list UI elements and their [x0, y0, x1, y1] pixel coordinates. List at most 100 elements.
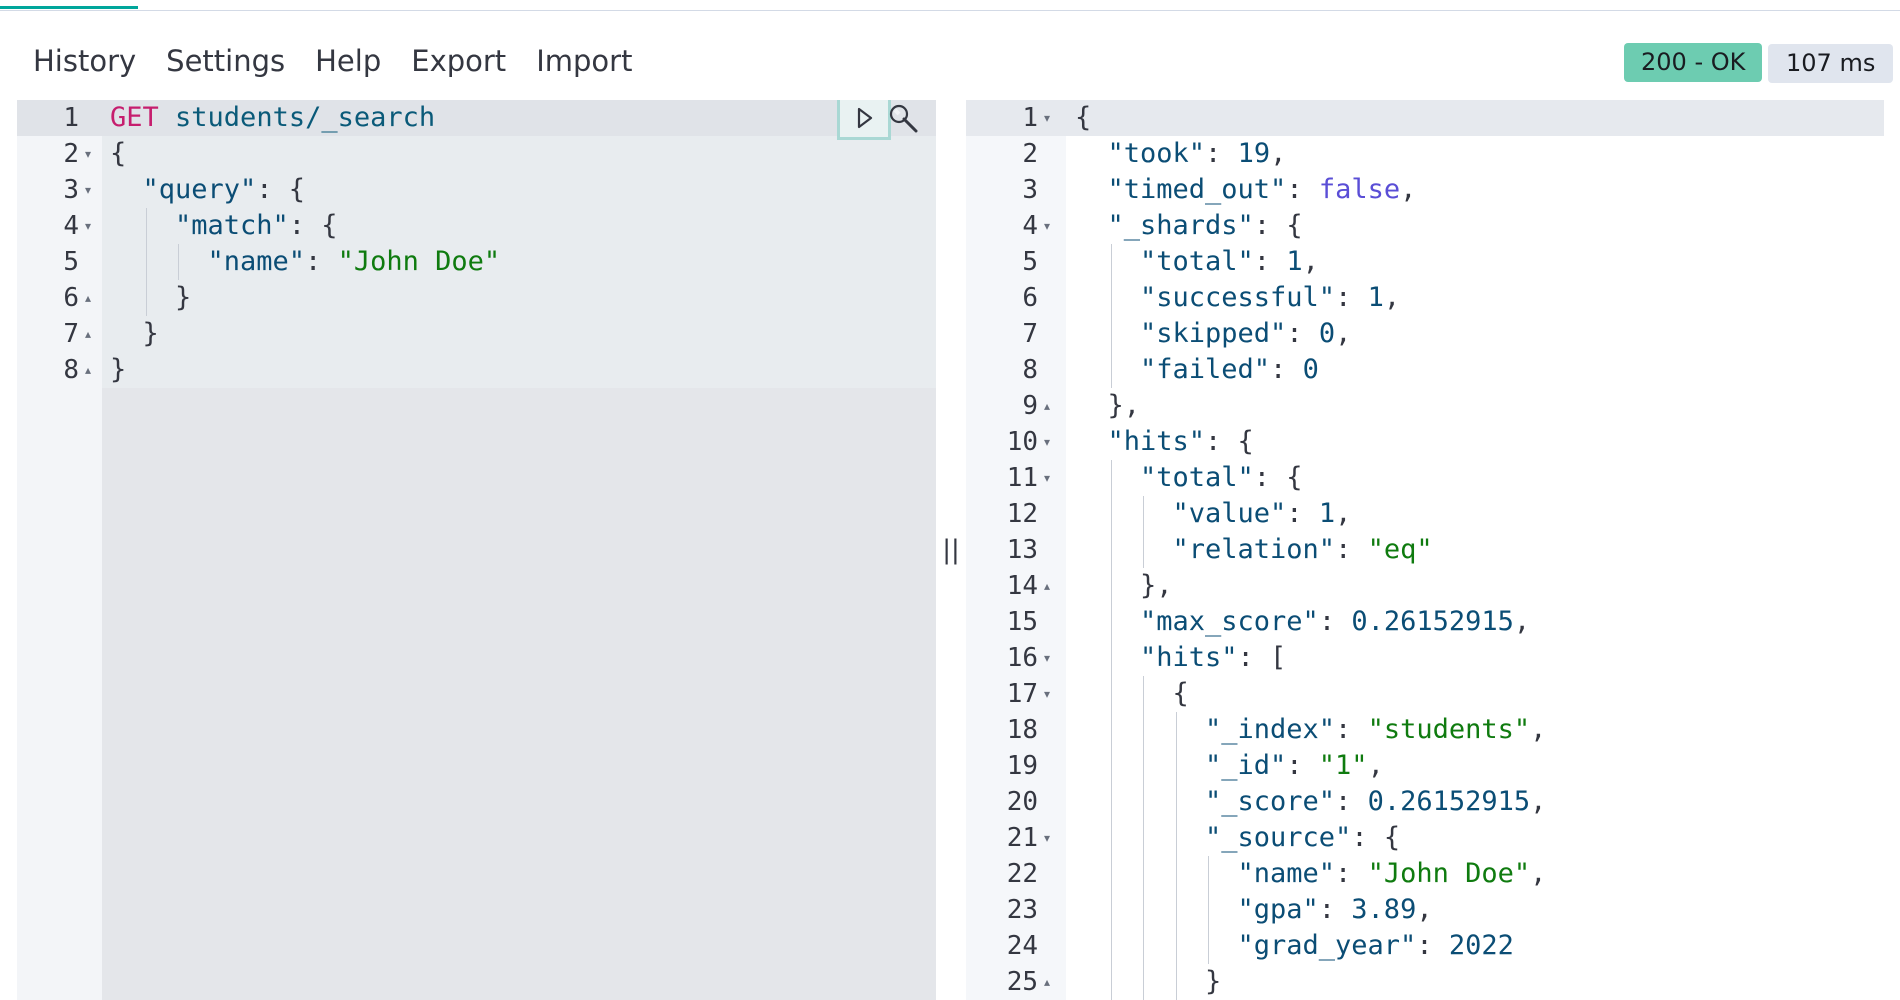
indent-guide [1110, 532, 1112, 568]
code-line[interactable]: "took": 19, [1108, 136, 1287, 172]
indent-guide [1175, 892, 1177, 928]
response-time-badge: 107 ms [1768, 44, 1894, 83]
code-token-key: "_index" [1205, 714, 1336, 745]
code-token-str: "John Doe" [337, 246, 501, 277]
request-tools-button[interactable] [887, 102, 921, 136]
line-number: 23 [1006, 895, 1038, 925]
fold-toggle-expanded-icon[interactable]: ▾ [85, 172, 91, 208]
code-line[interactable]: } [110, 352, 126, 388]
code-line[interactable]: }, [1108, 388, 1141, 424]
fold-toggle-expanded-icon[interactable]: ▾ [1044, 640, 1050, 676]
code-token-key: "gpa" [1237, 894, 1319, 925]
fold-toggle-expanded-icon[interactable]: ▾ [1044, 460, 1050, 496]
fold-toggle-end-icon[interactable]: ▴ [1044, 568, 1050, 604]
code-line[interactable]: "_shards": { [1108, 208, 1303, 244]
code-token-key: "timed_out" [1107, 174, 1287, 205]
code-line[interactable]: "successful": 1, [1140, 280, 1400, 316]
code-line[interactable]: GET students/_search [110, 100, 435, 136]
code-line[interactable]: "relation": "eq" [1173, 532, 1433, 568]
code-line[interactable]: { [110, 136, 126, 172]
code-line[interactable]: "name": "John Doe", [1238, 856, 1547, 892]
line-number: 6 [1022, 283, 1038, 313]
indent-guide [1110, 496, 1112, 532]
menu-import[interactable]: Import [521, 40, 647, 82]
fold-toggle-expanded-icon[interactable]: ▾ [1044, 100, 1050, 136]
code-line[interactable]: "max_score": 0.26152915, [1140, 604, 1530, 640]
play-icon [857, 107, 873, 129]
code-line[interactable]: "value": 1, [1173, 496, 1352, 532]
code-token-punc: , [1302, 246, 1319, 277]
code-line[interactable]: "gpa": 3.89, [1238, 892, 1433, 928]
indent-guide [1208, 856, 1209, 892]
code-line[interactable]: "query": { [143, 172, 306, 208]
fold-toggle-expanded-icon[interactable]: ▾ [85, 136, 91, 172]
fold-toggle-expanded-icon[interactable]: ▾ [1044, 424, 1050, 460]
code-line[interactable]: "match": { [175, 208, 338, 244]
code-line[interactable]: "total": { [1140, 460, 1303, 496]
code-token-num: 1 [1318, 498, 1336, 529]
request-editor-empty-area[interactable] [102, 388, 936, 1000]
code-token-url: students/_search [158, 102, 436, 133]
line-number: 15 [1006, 607, 1038, 637]
line-number: 1 [1022, 103, 1038, 133]
code-token-punc: , [1400, 174, 1417, 205]
menu-export[interactable]: Export [396, 40, 521, 82]
code-line[interactable]: "hits": [ [1140, 640, 1286, 676]
menu-settings[interactable]: Settings [151, 40, 300, 82]
request-editor[interactable]: 1 GET students/_search 2 ▾{3 ▾ "query": {4 ▾ "m… [17, 100, 936, 1000]
line-number: 20 [1006, 787, 1038, 817]
line-number: 2 [63, 139, 79, 169]
code-line[interactable]: "failed": 0 [1140, 352, 1319, 388]
menu-help[interactable]: Help [300, 40, 396, 82]
fold-toggle-end-icon[interactable]: ▴ [85, 280, 91, 316]
code-token-punc: : [1286, 750, 1319, 781]
line-number: 7 [1022, 319, 1038, 349]
code-token-key: "grad_year" [1237, 930, 1417, 961]
line-number: 16 [1006, 643, 1038, 673]
code-token-punc: : [1318, 894, 1352, 925]
code-line[interactable]: "hits": { [1108, 424, 1254, 460]
code-token-punc: : [1286, 174, 1319, 205]
code-line[interactable]: } [143, 316, 159, 352]
code-line[interactable]: }, [1140, 568, 1173, 604]
line-number: 25 [1006, 967, 1038, 997]
code-line[interactable]: "skipped": 0, [1140, 316, 1351, 352]
pane-resizer[interactable]: || [938, 100, 964, 1000]
send-request-button[interactable] [837, 100, 891, 140]
code-token-punc: : [1335, 282, 1368, 313]
code-line[interactable]: "name": "John Doe" [208, 244, 501, 280]
code-line[interactable]: "_index": "students", [1205, 712, 1546, 748]
code-token-punc: : [1270, 354, 1303, 385]
code-token-key: "name" [1237, 858, 1336, 889]
line-number: 13 [1006, 535, 1038, 565]
code-token-num: 1 [1286, 246, 1303, 277]
menu-history[interactable]: History [18, 40, 151, 82]
fold-toggle-expanded-icon[interactable]: ▾ [85, 208, 91, 244]
code-line[interactable]: "_source": { [1205, 820, 1400, 856]
indent-guide [1143, 712, 1144, 748]
fold-toggle-expanded-icon[interactable]: ▾ [1044, 208, 1050, 244]
code-line[interactable]: "_score": 0.26152915, [1205, 784, 1546, 820]
code-line[interactable]: "grad_year": 2022 [1238, 928, 1514, 964]
fold-toggle-end-icon[interactable]: ▴ [85, 316, 91, 352]
fold-toggle-end-icon[interactable]: ▴ [85, 352, 91, 388]
code-line[interactable]: } [1205, 964, 1221, 1000]
code-line[interactable]: "timed_out": false, [1108, 172, 1417, 208]
line-number: 11 [1006, 463, 1038, 493]
code-line[interactable]: { [1075, 100, 1091, 136]
fold-toggle-end-icon[interactable]: ▴ [1044, 388, 1050, 424]
code-token-num: 19 [1237, 138, 1271, 169]
indent-guide [1110, 784, 1112, 820]
fold-toggle-expanded-icon[interactable]: ▾ [1044, 676, 1050, 712]
code-line[interactable]: "total": 1, [1140, 244, 1319, 280]
code-line[interactable]: { [1173, 676, 1189, 712]
code-token-key: "_score" [1205, 786, 1336, 817]
response-viewer[interactable]: 1 ▾{2 "took": 19, 3 "timed_out": false, 4 ▾ "_s… [966, 100, 1884, 1000]
code-token-key: "successful" [1140, 282, 1336, 313]
code-line[interactable]: } [175, 280, 191, 316]
fold-toggle-expanded-icon[interactable]: ▾ [1044, 820, 1050, 856]
code-token-key: "name" [207, 246, 306, 277]
code-line[interactable]: "_id": "1", [1205, 748, 1384, 784]
code-token-key: "match" [175, 210, 289, 241]
fold-toggle-end-icon[interactable]: ▴ [1044, 964, 1050, 1000]
